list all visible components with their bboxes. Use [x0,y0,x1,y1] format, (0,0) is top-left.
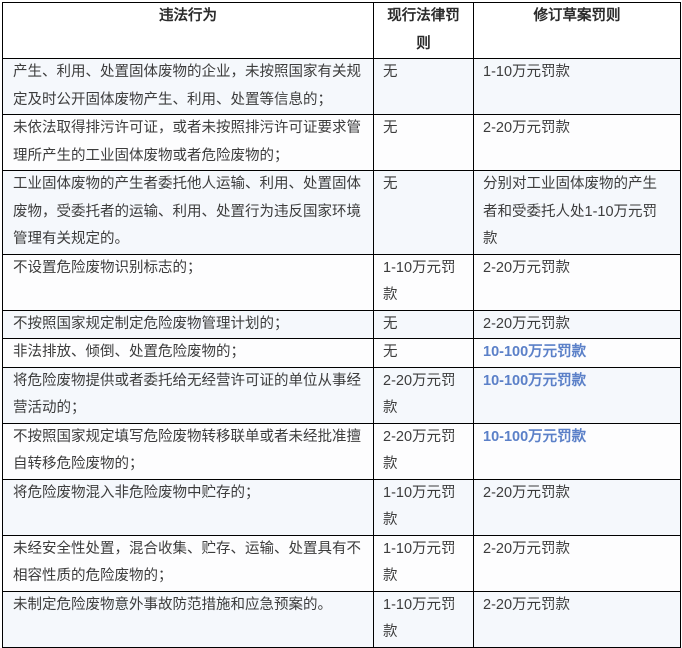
revised-penalty-cell: 2-20万元罚款 [474,254,681,310]
current-penalty-cell: 1-10万元罚款 [374,591,474,647]
revised-penalty-cell: 1-10万元罚款 [474,59,681,115]
table-row: 将危险废物提供或者委托给无经营许可证的单位从事经营活动的； 2-20万元罚款 1… [3,367,681,423]
current-penalty-cell: 1-10万元罚款 [374,535,474,591]
current-penalty-cell: 1-10万元罚款 [374,254,474,310]
behavior-cell: 不设置危险废物识别标志的； [3,254,374,310]
revised-penalty-cell: 2-20万元罚款 [474,310,681,339]
behavior-cell: 未经安全性处置，混合收集、贮存、运输、处置具有不相容性质的危险废物的； [3,535,374,591]
table-row: 未依法取得排污许可证，或者未按照排污许可证要求管理所产生的工业固体废物或者危险废… [3,115,681,171]
current-penalty-cell: 无 [374,115,474,171]
table-row: 不设置危险废物识别标志的； 1-10万元罚款 2-20万元罚款 [3,254,681,310]
behavior-cell: 非法排放、倾倒、处置危险废物的； [3,339,374,368]
behavior-cell: 不按照国家规定制定危险废物管理计划的； [3,310,374,339]
behavior-cell: 工业固体废物的产生者委托他人运输、利用、处置固体废物，受委托者的运输、利用、处置… [3,171,374,255]
revised-penalty-cell: 2-20万元罚款 [474,115,681,171]
revised-penalty-cell: 2-20万元罚款 [474,535,681,591]
table-row: 工业固体废物的产生者委托他人运输、利用、处置固体废物，受委托者的运输、利用、处置… [3,171,681,255]
penalty-comparison-table: 违法行为 现行法律罚则 修订草案罚则 产生、利用、处置固体废物的企业，未按照国家… [2,2,681,648]
revised-penalty-cell: 10-100万元罚款 [474,423,681,479]
header-behavior: 违法行为 [3,3,374,59]
table-row: 不按照国家规定填写危险废物转移联单或者未经批准擅自转移危险废物的； 2-20万元… [3,423,681,479]
header-revised-penalty: 修订草案罚则 [474,3,681,59]
behavior-cell: 产生、利用、处置固体废物的企业，未按照国家有关规定及时公开固体废物产生、利用、处… [3,59,374,115]
current-penalty-cell: 无 [374,59,474,115]
revised-penalty-cell: 2-20万元罚款 [474,591,681,647]
behavior-cell: 不按照国家规定填写危险废物转移联单或者未经批准擅自转移危险废物的； [3,423,374,479]
revised-penalty-cell: 10-100万元罚款 [474,339,681,368]
header-current-penalty: 现行法律罚则 [374,3,474,59]
current-penalty-cell: 无 [374,171,474,255]
table-row: 非法排放、倾倒、处置危险废物的； 无 10-100万元罚款 [3,339,681,368]
table-row: 不按照国家规定制定危险废物管理计划的； 无 2-20万元罚款 [3,310,681,339]
current-penalty-cell: 2-20万元罚款 [374,423,474,479]
current-penalty-cell: 无 [374,339,474,368]
table-row: 将危险废物混入非危险废物中贮存的； 1-10万元罚款 2-20万元罚款 [3,479,681,535]
header-row: 违法行为 现行法律罚则 修订草案罚则 [3,3,681,59]
behavior-cell: 未制定危险废物意外事故防范措施和应急预案的。 [3,591,374,647]
behavior-cell: 将危险废物混入非危险废物中贮存的； [3,479,374,535]
table-row: 未制定危险废物意外事故防范措施和应急预案的。 1-10万元罚款 2-20万元罚款 [3,591,681,647]
table-row: 产生、利用、处置固体废物的企业，未按照国家有关规定及时公开固体废物产生、利用、处… [3,59,681,115]
current-penalty-cell: 1-10万元罚款 [374,479,474,535]
revised-penalty-cell: 10-100万元罚款 [474,367,681,423]
behavior-cell: 未依法取得排污许可证，或者未按照排污许可证要求管理所产生的工业固体废物或者危险废… [3,115,374,171]
behavior-cell: 将危险废物提供或者委托给无经营许可证的单位从事经营活动的； [3,367,374,423]
table-header: 违法行为 现行法律罚则 修订草案罚则 [3,3,681,59]
current-penalty-cell: 2-20万元罚款 [374,367,474,423]
table-row: 未经安全性处置，混合收集、贮存、运输、处置具有不相容性质的危险废物的； 1-10… [3,535,681,591]
table-body: 产生、利用、处置固体废物的企业，未按照国家有关规定及时公开固体废物产生、利用、处… [3,59,681,648]
revised-penalty-cell: 分别对工业固体废物的产生者和受委托人处1-10万元罚款 [474,171,681,255]
current-penalty-cell: 无 [374,310,474,339]
revised-penalty-cell: 2-20万元罚款 [474,479,681,535]
